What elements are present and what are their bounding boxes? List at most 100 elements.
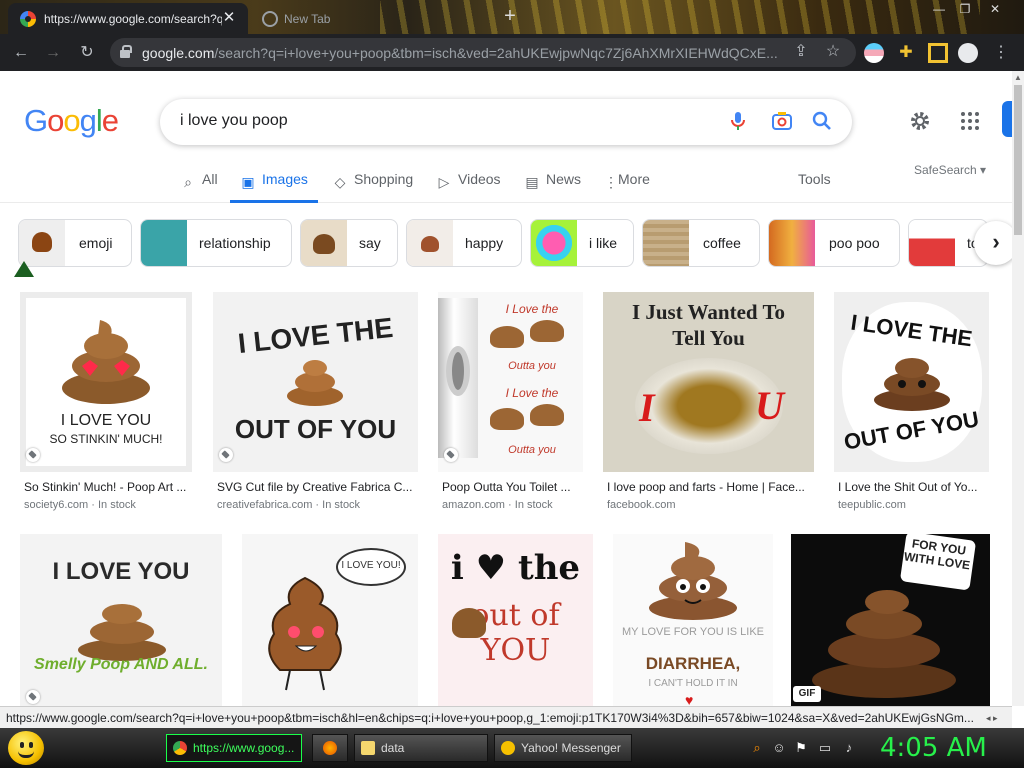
browser-toolbar: ← → ↻ google.com/search?q=i+love+you+poo… xyxy=(0,34,1024,71)
image-result[interactable]: I LOVE THE OUT OF YOU I Love the Shit Ou… xyxy=(834,292,990,522)
image-icon: ▣ xyxy=(241,174,255,190)
chip-relationship[interactable]: relationship xyxy=(140,219,292,267)
chip-thumbnail xyxy=(769,220,815,266)
extension-flag-icon[interactable] xyxy=(864,43,884,63)
search-tray-icon[interactable]: ⌕ xyxy=(748,739,766,757)
chip-happy[interactable]: happy xyxy=(406,219,522,267)
microphone-icon[interactable] xyxy=(726,109,750,133)
forward-arrow-icon[interactable]: → xyxy=(42,42,64,64)
messenger-tray-icon[interactable]: ☺ xyxy=(770,739,788,757)
close-tab-icon[interactable]: ✕ xyxy=(220,9,238,27)
image-result[interactable]: I LOVE THE OUT OF YOU SVG Cut file by Cr… xyxy=(213,292,419,522)
start-button-smiley-icon[interactable] xyxy=(8,731,44,765)
chip-say[interactable]: say xyxy=(300,219,398,267)
browser-tab-active[interactable]: https://www.google.com/search?q=i+love+y… xyxy=(8,3,248,34)
back-arrow-icon[interactable]: ← xyxy=(10,42,32,64)
sign-in-button[interactable] xyxy=(1002,101,1012,137)
network-icon[interactable]: ▭ xyxy=(816,739,834,757)
reload-icon[interactable]: ↻ xyxy=(76,42,98,64)
google-logo[interactable]: Google xyxy=(24,103,119,139)
overlay-emblem-icon xyxy=(14,261,34,277)
google-favicon-icon xyxy=(20,11,36,27)
settings-gear-icon[interactable] xyxy=(908,109,932,133)
result-caption[interactable]: SVG Cut file by Creative Fabrica C... xyxy=(217,480,417,494)
result-image[interactable]: I LOVE YOU! xyxy=(242,534,418,706)
chip-i-like[interactable]: i like xyxy=(530,219,634,267)
safesearch-dropdown[interactable]: SafeSearch ▾ xyxy=(914,163,986,177)
address-url[interactable]: google.com/search?q=i+love+you+poop&tbm=… xyxy=(142,45,782,61)
tab-more[interactable]: ⋮More xyxy=(604,171,650,203)
camera-lens-icon[interactable] xyxy=(770,109,794,133)
chip-coffee[interactable]: coffee xyxy=(642,219,760,267)
tab-images[interactable]: ▣ Images xyxy=(230,171,318,203)
result-image[interactable]: I LOVE THE OUT OF YOU xyxy=(834,292,989,472)
chip-thumbnail xyxy=(19,220,65,266)
profile-avatar-icon[interactable] xyxy=(958,43,978,63)
chips-next-arrow-icon[interactable]: › xyxy=(974,221,1012,265)
image-result[interactable]: MY LOVE FOR YOU IS LIKE DIARRHEA, I CAN'… xyxy=(613,534,773,706)
new-tab-button[interactable]: + xyxy=(500,6,520,26)
result-source: creativefabrica.com · In stock xyxy=(217,499,361,511)
side-panel-icon[interactable] xyxy=(928,43,948,63)
scroll-up-arrow-icon[interactable]: ▲ xyxy=(1014,73,1022,82)
result-image[interactable]: I LOVE YOU SO STINKIN' MUCH! xyxy=(20,292,192,472)
tag-icon: ◇ xyxy=(334,174,346,190)
image-result[interactable]: I Just Wanted To Tell You I U I love poo… xyxy=(603,292,815,522)
result-image[interactable]: I LOVE THE OUT OF YOU xyxy=(213,292,418,472)
result-caption[interactable]: So Stinkin' Much! - Poop Art ... xyxy=(24,480,192,494)
chrome-menu-icon[interactable]: ⋮ xyxy=(990,42,1012,64)
volume-icon[interactable]: ♪ xyxy=(840,739,858,757)
related-chips: emoji relationship say happy i like coff… xyxy=(0,219,1012,271)
gif-badge: GIF xyxy=(793,686,821,702)
image-result[interactable]: i ♥ the out of YOU xyxy=(438,534,593,706)
scrollbar-thumb[interactable] xyxy=(1014,85,1022,235)
taskbar-item-yahoo-messenger[interactable]: Yahoo! Messenger xyxy=(494,734,632,762)
image-result[interactable]: I LOVE YOU SO STINKIN' MUCH! So Stinkin'… xyxy=(20,292,194,522)
action-center-flag-icon[interactable]: ⚑ xyxy=(792,739,810,757)
browser-tab-newtab[interactable]: New Tab xyxy=(256,3,496,34)
minimize-button[interactable]: — xyxy=(926,0,952,18)
extensions-puzzle-icon[interactable]: ✚ xyxy=(896,43,916,63)
heart-icon: ♥ xyxy=(685,692,694,706)
poop-emoji-icon xyxy=(649,542,737,620)
result-caption[interactable]: I love poop and farts - Home | Face... xyxy=(607,480,813,494)
bookmark-star-icon[interactable]: ☆ xyxy=(822,41,844,63)
result-image[interactable]: FOR YOU WITH LOVE GIF xyxy=(791,534,990,706)
result-image[interactable]: I Just Wanted To Tell You I U xyxy=(603,292,814,472)
taskbar-item-chrome[interactable]: https://www.goog... xyxy=(166,734,302,762)
taskbar-clock[interactable]: 4:05 AM xyxy=(880,732,1020,764)
restore-button[interactable]: ❐ xyxy=(952,0,978,18)
result-image[interactable]: MY LOVE FOR YOU IS LIKE DIARRHEA, I CAN'… xyxy=(613,534,773,706)
search-input[interactable]: i love you poop xyxy=(180,112,288,130)
search-icon[interactable] xyxy=(810,109,834,133)
share-icon[interactable]: ⇪ xyxy=(790,41,812,63)
page-scrollbar[interactable]: ▲ xyxy=(1012,71,1024,706)
tab-title: New Tab xyxy=(284,12,331,26)
result-source: amazon.com · In stock xyxy=(442,499,553,511)
result-caption[interactable]: I Love the Shit Out of Yo... xyxy=(838,480,990,494)
tools-button[interactable]: Tools xyxy=(798,171,831,203)
tab-shopping[interactable]: ◇ Shopping xyxy=(332,171,414,203)
tab-all[interactable]: ⌕ All xyxy=(180,171,217,203)
result-image[interactable]: I Love the Outta you I Love the Outta yo… xyxy=(438,292,583,472)
result-image[interactable]: I LOVE YOU Smelly Poop AND ALL. xyxy=(20,534,222,706)
image-result[interactable]: I LOVE YOU! xyxy=(242,534,418,706)
search-box[interactable]: i love you poop xyxy=(160,99,852,145)
taskbar-item-data[interactable]: data xyxy=(354,734,488,762)
horizontal-scroll-buttons[interactable]: ◂ ▸ xyxy=(986,707,1012,728)
taskbar-item-firefox[interactable] xyxy=(312,734,348,762)
result-source: society6.com · In stock xyxy=(24,499,136,511)
image-result[interactable]: FOR YOU WITH LOVE GIF xyxy=(791,534,990,706)
image-result[interactable]: I Love the Outta you I Love the Outta yo… xyxy=(438,292,584,522)
chip-poo-poo[interactable]: poo poo xyxy=(768,219,900,267)
address-bar[interactable]: google.com/search?q=i+love+you+poop&tbm=… xyxy=(110,38,856,67)
shopping-tag-icon xyxy=(444,448,458,462)
close-window-button[interactable]: ✕ xyxy=(982,0,1008,18)
apps-grid-icon[interactable] xyxy=(958,109,982,133)
result-image[interactable]: i ♥ the out of YOU xyxy=(438,534,593,706)
image-result[interactable]: I LOVE YOU Smelly Poop AND ALL. xyxy=(20,534,222,706)
tab-videos[interactable]: ▷ Videos xyxy=(436,171,501,203)
tab-news[interactable]: ▤ News xyxy=(524,171,581,203)
result-caption[interactable]: Poop Outta You Toilet ... xyxy=(442,480,582,494)
chip-emoji[interactable]: emoji xyxy=(18,219,132,267)
